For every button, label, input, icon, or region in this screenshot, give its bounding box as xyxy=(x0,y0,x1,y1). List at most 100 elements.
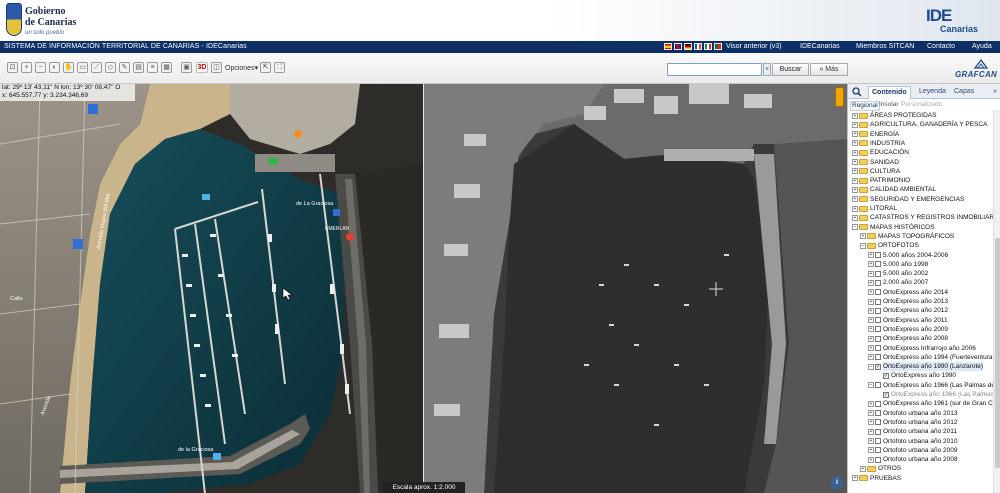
opciones-menu[interactable]: Opciones▾ xyxy=(225,64,258,72)
tree-folder[interactable]: − ORTOFOTOS xyxy=(860,241,919,250)
expand-icon[interactable]: + xyxy=(868,335,874,342)
tree-layer[interactable]: + Ortofoto urbana año 2011 xyxy=(868,427,957,436)
scrollbar-thumb[interactable] xyxy=(995,238,1000,468)
draw-icon[interactable]: ✎ xyxy=(119,62,130,73)
expand-icon[interactable]: + xyxy=(860,233,866,240)
expand-icon[interactable]: + xyxy=(868,289,874,296)
layer-checkbox[interactable] xyxy=(875,289,881,296)
expand-icon[interactable]: + xyxy=(868,447,874,454)
layer-checkbox[interactable]: ✓ xyxy=(883,391,889,398)
expand-icon[interactable]: + xyxy=(852,112,858,119)
tree-folder[interactable]: + EDUCACIÓN xyxy=(852,148,909,157)
tree-layer[interactable]: + Ortofoto urbana año 2012 xyxy=(868,418,957,427)
fullscreen-icon[interactable]: ⛶ xyxy=(274,62,285,73)
expand-icon[interactable]: + xyxy=(868,354,874,361)
expand-icon[interactable]: + xyxy=(852,140,858,147)
identify-icon[interactable]: ▭ xyxy=(77,62,88,73)
tree-folder[interactable]: + CALIDAD AMBIENTAL xyxy=(852,185,936,194)
flag-en-icon[interactable] xyxy=(674,43,682,50)
tab-capas[interactable]: Capas xyxy=(951,86,977,99)
expand-icon[interactable]: + xyxy=(868,438,874,444)
tree-layer[interactable]: + Ortofoto urbana año 2008 xyxy=(868,455,957,464)
expand-icon[interactable]: + xyxy=(868,279,874,286)
mas-button[interactable]: » Más xyxy=(810,63,848,76)
subtab-insular[interactable]: Insular xyxy=(879,100,899,110)
expand-icon[interactable]: + xyxy=(852,205,858,212)
flag-pt-icon[interactable] xyxy=(714,43,722,50)
share-icon[interactable]: ⇱ xyxy=(260,62,271,73)
tree-layer[interactable]: + Ortofoto urbana año 2010 xyxy=(868,437,957,446)
zoom-out-icon[interactable]: − xyxy=(35,62,46,73)
gobierno-canarias-logo[interactable]: Gobierno de Canarias un solo pueblo xyxy=(6,3,116,39)
tree-folder[interactable]: + PATRIMONIO xyxy=(852,176,910,185)
search-clear-button[interactable]: × xyxy=(763,63,771,76)
layer-tree-scrollbar[interactable] xyxy=(993,110,1000,493)
layer-checkbox[interactable] xyxy=(875,354,881,361)
street-view-pegman-icon[interactable] xyxy=(835,87,844,107)
expand-icon[interactable]: + xyxy=(852,186,858,193)
map-current-ortho[interactable] xyxy=(0,84,424,493)
layers-icon[interactable]: ≡ xyxy=(147,62,158,73)
expand-icon[interactable]: + xyxy=(868,400,874,407)
expand-icon[interactable]: + xyxy=(868,298,874,305)
layer-checkbox[interactable] xyxy=(875,410,881,417)
panel-expand-arrow[interactable]: » xyxy=(990,86,1000,99)
tree-layer[interactable]: ✓ OrtoExpress año 1966 (Las Palmas c xyxy=(876,390,993,399)
idecanarias-logo[interactable]: IDE Canarias xyxy=(926,6,984,36)
tree-layer[interactable]: + OrtoExpress año 1961 (sur de Gran Can xyxy=(868,399,993,408)
tree-layer[interactable]: + OrtoExpress año 1994 (Fuerteventura, xyxy=(868,353,993,362)
layer-checkbox[interactable] xyxy=(875,307,881,314)
tree-folder[interactable]: + INDUSTRIA xyxy=(852,139,905,148)
tree-layer[interactable]: +5.000 año 1998 xyxy=(868,260,928,269)
expand-icon[interactable]: + xyxy=(860,465,866,472)
tree-layer[interactable]: + OrtoExpress año 2008 xyxy=(868,334,948,343)
tree-layer[interactable]: +5.000 año 2002 xyxy=(868,269,928,278)
flag-fr-icon[interactable] xyxy=(694,43,702,50)
expand-icon[interactable]: + xyxy=(868,345,874,351)
tab-leyenda[interactable]: Leyenda xyxy=(916,86,949,99)
info-button[interactable]: i xyxy=(831,477,843,489)
tree-layer[interactable]: − OrtoExpress año 1966 (Las Palmas de G xyxy=(868,381,993,390)
expand-icon[interactable]: + xyxy=(852,475,858,482)
tree-folder[interactable]: + CATASTROS Y REGISTROS INMOBILIARIOS xyxy=(852,213,993,222)
collapse-icon[interactable]: − xyxy=(860,242,866,249)
tree-folder[interactable]: + SEGURIDAD Y EMERGENCIAS xyxy=(852,195,964,204)
tree-layer[interactable]: − ✓ OrtoExpress año 1990 (Lanzarote) xyxy=(868,362,984,372)
tree-layer[interactable]: + Ortofoto urbana año 2009 xyxy=(868,446,957,455)
layer-checkbox[interactable] xyxy=(875,326,881,333)
measure-line-icon[interactable]: ⟋ xyxy=(91,62,102,73)
tree-layer[interactable]: +2.000 año 2007 xyxy=(868,278,928,287)
tree-folder[interactable]: + ÁREAS PROTEGIDAS xyxy=(852,111,936,120)
table-icon[interactable]: ▦ xyxy=(161,62,172,73)
collapse-icon[interactable]: − xyxy=(868,363,874,370)
layer-checkbox[interactable] xyxy=(875,382,881,389)
tree-layer[interactable]: ✓ OrtoExpress año 1990 xyxy=(876,371,956,380)
layer-checkbox[interactable] xyxy=(875,335,881,342)
tree-layer[interactable]: + OrtoExpress año 2013 xyxy=(868,297,948,306)
expand-icon[interactable]: + xyxy=(868,261,874,268)
expand-icon[interactable]: + xyxy=(868,428,874,435)
expand-icon[interactable]: + xyxy=(852,131,858,138)
measure-area-icon[interactable]: ◇ xyxy=(105,62,116,73)
nav-ayuda[interactable]: Ayuda xyxy=(972,43,992,50)
globe-icon[interactable]: ◐ xyxy=(49,62,60,73)
expand-icon[interactable]: + xyxy=(852,159,858,165)
tree-folder[interactable]: + CULTURA xyxy=(852,167,900,176)
overlay-icon[interactable]: ▣ xyxy=(181,62,192,73)
expand-icon[interactable]: + xyxy=(852,149,858,156)
subtab-personalizado[interactable]: Personalizado xyxy=(901,100,942,110)
map-historic-ortho[interactable] xyxy=(424,84,847,493)
tree-layer[interactable]: + OrtoExpress año 2012 xyxy=(868,306,948,315)
zoom-in-icon[interactable]: + xyxy=(21,62,32,73)
layer-checkbox[interactable] xyxy=(875,252,881,258)
search-input[interactable] xyxy=(667,63,762,76)
layer-checkbox[interactable]: ✓ xyxy=(875,363,881,370)
layer-checkbox[interactable] xyxy=(875,261,881,268)
buscar-button[interactable]: Buscar xyxy=(772,63,809,76)
tree-folder[interactable]: + AGRICULTURA, GANADERÍA Y PESCA xyxy=(852,120,987,129)
layer-checkbox[interactable] xyxy=(875,447,881,454)
expand-icon[interactable]: + xyxy=(852,121,858,128)
expand-icon[interactable]: + xyxy=(868,410,874,417)
expand-icon[interactable]: + xyxy=(852,214,858,221)
flag-de-icon[interactable] xyxy=(684,43,692,50)
